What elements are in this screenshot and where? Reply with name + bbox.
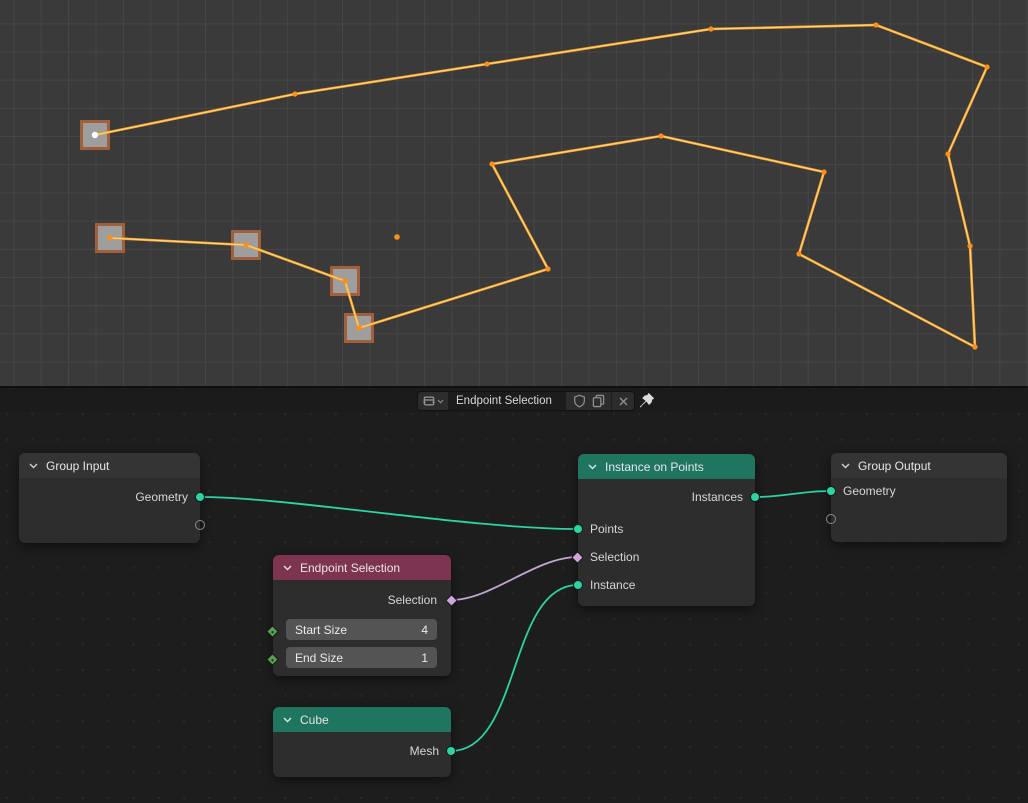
node-header[interactable]: Group Output	[831, 453, 1007, 478]
node-header[interactable]: Cube	[273, 707, 451, 732]
collapse-chevron-icon[interactable]	[588, 464, 597, 470]
geometry-node-editor[interactable]: Group Input Geometry Endpoint Selection …	[0, 412, 1028, 803]
link-geometry-to-points	[200, 497, 578, 529]
node-group-name-field[interactable]: Endpoint Selection	[448, 392, 566, 410]
geometry-output-socket[interactable]	[195, 492, 205, 502]
socket-label: Geometry	[135, 489, 188, 505]
link-instances-to-output	[755, 491, 831, 497]
node-title: Group Input	[46, 459, 109, 473]
field-value: 4	[421, 623, 428, 637]
collapse-chevron-icon[interactable]	[29, 463, 38, 469]
collapse-chevron-icon[interactable]	[283, 565, 292, 571]
field-label: Start Size	[295, 623, 347, 637]
node-title: Cube	[300, 713, 329, 727]
node-cube[interactable]: Cube Mesh	[273, 707, 451, 777]
node-endpoint-selection[interactable]: Endpoint Selection Selection Start Size …	[273, 555, 451, 676]
points-input-socket[interactable]	[573, 524, 583, 534]
pin-icon[interactable]	[638, 392, 655, 409]
instance-input-socket[interactable]	[573, 580, 583, 590]
socket-label: Instance	[590, 577, 635, 593]
node-title: Endpoint Selection	[300, 561, 400, 575]
node-header[interactable]: Instance on Points	[578, 454, 755, 479]
end-size-field[interactable]: End Size 1	[286, 647, 437, 668]
node-tree-icon	[423, 395, 435, 407]
virtual-input-socket[interactable]	[826, 514, 836, 524]
node-header[interactable]: Endpoint Selection	[273, 555, 451, 580]
unlink-button[interactable]	[611, 392, 634, 410]
field-value: 1	[421, 651, 428, 665]
node-group-selector: Endpoint Selection	[417, 391, 635, 411]
chevron-down-icon	[437, 399, 444, 404]
socket-label: Geometry	[843, 483, 896, 499]
node-group-output[interactable]: Group Output Geometry	[831, 453, 1007, 542]
geometry-input-socket[interactable]	[826, 486, 836, 496]
node-title: Instance on Points	[605, 460, 704, 474]
shield-icon[interactable]	[573, 394, 586, 408]
socket-label: Instances	[692, 489, 743, 505]
node-group-input[interactable]: Group Input Geometry	[19, 453, 200, 543]
instances-output-socket[interactable]	[750, 492, 760, 502]
node-title: Group Output	[858, 459, 931, 473]
start-size-field[interactable]: Start Size 4	[286, 619, 437, 640]
viewport-3d[interactable]	[0, 0, 1028, 386]
virtual-output-socket[interactable]	[195, 520, 205, 530]
curve-and-instances	[0, 0, 1028, 386]
link-selection	[451, 557, 578, 600]
node-instance-on-points[interactable]: Instance on Points Instances Points Sele…	[578, 454, 755, 606]
collapse-chevron-icon[interactable]	[283, 717, 292, 723]
link-mesh-to-instance	[451, 585, 578, 751]
socket-label: Selection	[388, 592, 437, 608]
collapse-chevron-icon[interactable]	[841, 463, 850, 469]
socket-label: Mesh	[410, 743, 439, 759]
duplicate-icon[interactable]	[592, 394, 605, 408]
mesh-output-socket[interactable]	[446, 746, 456, 756]
socket-label: Points	[590, 521, 623, 537]
close-icon	[619, 397, 628, 406]
socket-label: Selection	[590, 549, 639, 565]
field-label: End Size	[295, 651, 343, 665]
node-header[interactable]: Group Input	[19, 453, 200, 478]
datablock-tools	[566, 392, 611, 410]
node-tree-type-button[interactable]	[418, 392, 448, 410]
node-editor-header: Endpoint Selection	[0, 386, 1028, 412]
